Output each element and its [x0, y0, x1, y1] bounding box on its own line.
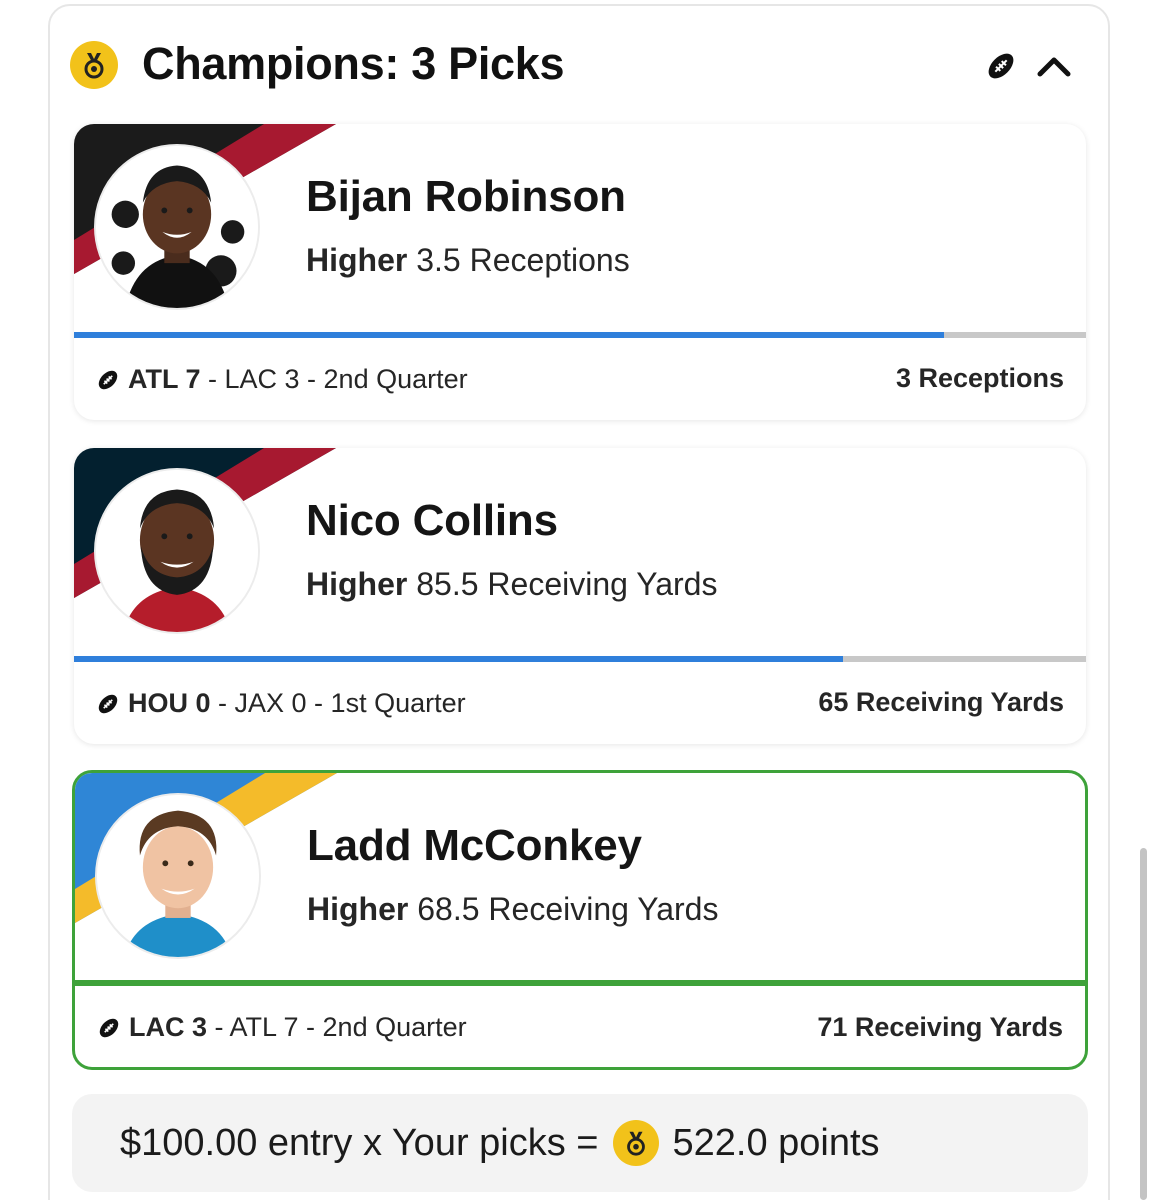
player-avatar — [95, 793, 261, 959]
game-rest: - LAC 3 - 2nd Quarter — [200, 364, 468, 394]
payout-formula: $100.00 entry x Your picks = — [120, 1121, 599, 1164]
football-icon — [98, 370, 118, 389]
pick-stat-line: 85.5 Receiving Yards — [416, 566, 718, 602]
game-status: HOU 0 - JAX 0 - 1st Quarter — [96, 688, 466, 719]
game-rest: - ATL 7 - 2nd Quarter — [207, 1012, 467, 1042]
medal-icon — [70, 41, 118, 89]
chevron-up-icon[interactable] — [1034, 48, 1074, 82]
player-name: Ladd McConkey — [307, 821, 642, 870]
player-name: Nico Collins — [306, 496, 558, 545]
player-avatar — [94, 144, 260, 310]
pick-line: Higher 68.5 Receiving Yards — [307, 891, 718, 928]
panel-header[interactable]: Champions: 3 Picks — [70, 34, 1090, 96]
player-avatar — [94, 468, 260, 634]
progress-fill — [74, 332, 945, 338]
game-status: ATL 7 - LAC 3 - 2nd Quarter — [96, 364, 468, 395]
pick-direction: Higher — [307, 891, 409, 927]
pick-direction: Higher — [306, 242, 408, 278]
champions-panel: Champions: 3 Picks Bijan Robinson Higher… — [48, 4, 1110, 1200]
player-name: Bijan Robinson — [306, 172, 626, 221]
football-icon — [99, 1018, 119, 1037]
game-leading-score: ATL 7 — [128, 364, 201, 394]
medal-icon — [612, 1120, 659, 1166]
scrollbar[interactable] — [1140, 848, 1147, 1200]
progress-fill — [75, 980, 1085, 986]
pick-direction: Higher — [306, 566, 408, 602]
payout-points: 522.0 points — [672, 1121, 880, 1164]
payout-summary-text: $100.00 entry x Your picks = 522.0 point… — [120, 1120, 880, 1166]
game-leading-score: LAC 3 — [129, 1012, 208, 1042]
game-leading-score: HOU 0 — [128, 688, 211, 718]
progress-bar — [74, 332, 1086, 338]
football-icon[interactable] — [984, 49, 1018, 83]
pick-card-nico-collins[interactable]: Nico Collins Higher 85.5 Receiving Yards… — [74, 448, 1086, 744]
progress-bar — [75, 980, 1085, 986]
progress-fill — [74, 656, 844, 662]
pick-line: Higher 3.5 Receptions — [306, 242, 630, 279]
pick-stat-line: 68.5 Receiving Yards — [417, 891, 719, 927]
progress-bar — [74, 656, 1086, 662]
panel-title: Champions: 3 Picks — [142, 38, 565, 89]
pick-line: Higher 85.5 Receiving Yards — [306, 566, 717, 603]
current-stat: 65 Receiving Yards — [818, 687, 1064, 717]
game-status: LAC 3 - ATL 7 - 2nd Quarter — [97, 1012, 467, 1043]
current-stat: 71 Receiving Yards — [817, 1012, 1063, 1042]
pick-stat-line: 3.5 Receptions — [416, 242, 630, 278]
pick-card-bijan-robinson[interactable]: Bijan Robinson Higher 3.5 Receptions ATL… — [74, 124, 1086, 420]
pick-card-ladd-mcconkey[interactable]: Ladd McConkey Higher 68.5 Receiving Yard… — [72, 770, 1088, 1070]
payout-summary: $100.00 entry x Your picks = 522.0 point… — [72, 1094, 1088, 1192]
current-stat: 3 Receptions — [895, 363, 1064, 393]
football-icon — [98, 694, 118, 713]
game-rest: - JAX 0 - 1st Quarter — [210, 688, 466, 718]
